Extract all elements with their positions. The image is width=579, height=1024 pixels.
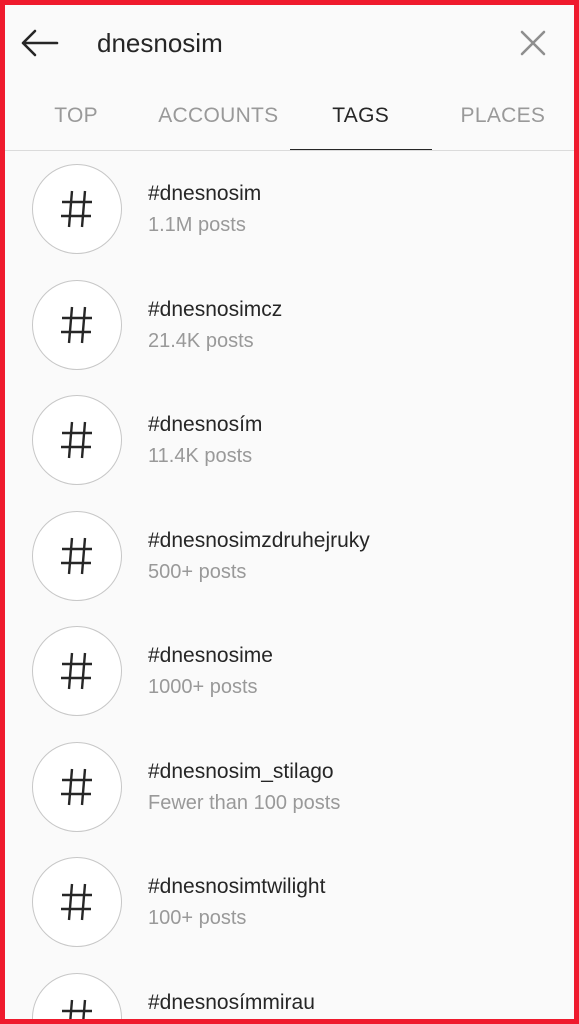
list-item[interactable]: #dnesnosímmirau (5, 960, 574, 1019)
hashtag-avatar (32, 395, 122, 485)
search-tabs: TOP ACCOUNTS TAGS PLACES (5, 81, 574, 151)
hashtag-avatar (32, 510, 122, 601)
tab-top[interactable]: TOP (5, 81, 147, 151)
hashtag-icon (61, 306, 92, 343)
tag-post-count: 500+ posts (148, 560, 247, 583)
hashtag-avatar (32, 857, 122, 947)
list-item[interactable]: #dnesnosimtwilight 100+ posts (5, 844, 574, 960)
hashtag-avatar (32, 741, 122, 832)
hashtag-icon (61, 537, 92, 574)
list-item[interactable]: #dnesnosimcz 21.4K posts (5, 267, 574, 383)
hashtag-avatar (32, 972, 122, 1019)
tab-places[interactable]: PLACES (432, 81, 574, 151)
arrow-left-icon (21, 29, 59, 57)
tag-post-count: 100+ posts (148, 907, 247, 929)
tag-post-count: Fewer than 100 posts (148, 791, 341, 814)
list-item[interactable]: #dnesnosime 1000+ posts (5, 613, 574, 729)
hashtag-avatar (32, 626, 122, 716)
tag-name: #dnesnosim_stilago (148, 759, 334, 783)
list-item[interactable]: #dnesnosimzdruhejruky 500+ posts (5, 498, 574, 614)
hashtag-icon (61, 190, 92, 228)
close-icon (520, 30, 546, 56)
screen-frame: TOP ACCOUNTS TAGS PLACES #dnesnosim 1.1M… (0, 0, 579, 1024)
tab-tags[interactable]: TAGS (289, 81, 433, 151)
clear-search-button[interactable] (509, 19, 557, 67)
hashtag-icon (61, 883, 92, 921)
tag-name: #dnesnosímmirau (148, 990, 315, 1014)
search-header (5, 5, 574, 81)
tag-post-count: 1000+ posts (148, 676, 258, 698)
list-item[interactable]: #dnesnosím 11.4K posts (5, 382, 574, 498)
search-input[interactable] (97, 23, 497, 63)
tag-name: #dnesnosim (148, 182, 262, 205)
tag-post-count: 11.4K posts (148, 445, 253, 467)
tab-accounts[interactable]: ACCOUNTS (147, 81, 289, 151)
hashtag-icon (62, 999, 92, 1019)
tag-name: #dnesnosimtwilight (148, 875, 326, 898)
back-button[interactable] (15, 19, 63, 67)
tag-post-count: 21.4K posts (148, 329, 254, 352)
hashtag-icon (61, 768, 92, 805)
tag-results-list: #dnesnosim 1.1M posts #dnesnosimcz 21.4K… (5, 151, 574, 1019)
tag-name: #dnesnosime (148, 644, 273, 667)
list-item[interactable]: #dnesnosim 1.1M posts (5, 151, 574, 267)
tag-name: #dnesnosimcz (148, 297, 283, 321)
tag-name: #dnesnosimzdruhejruky (148, 528, 370, 552)
hashtag-icon (61, 652, 92, 690)
hashtag-avatar (32, 164, 122, 254)
hashtag-icon (61, 421, 92, 459)
tag-name: #dnesnosím (148, 413, 263, 436)
list-item[interactable]: #dnesnosim_stilago Fewer than 100 posts (5, 729, 574, 845)
tag-post-count: 1.1M posts (148, 214, 246, 236)
hashtag-avatar (32, 279, 122, 370)
